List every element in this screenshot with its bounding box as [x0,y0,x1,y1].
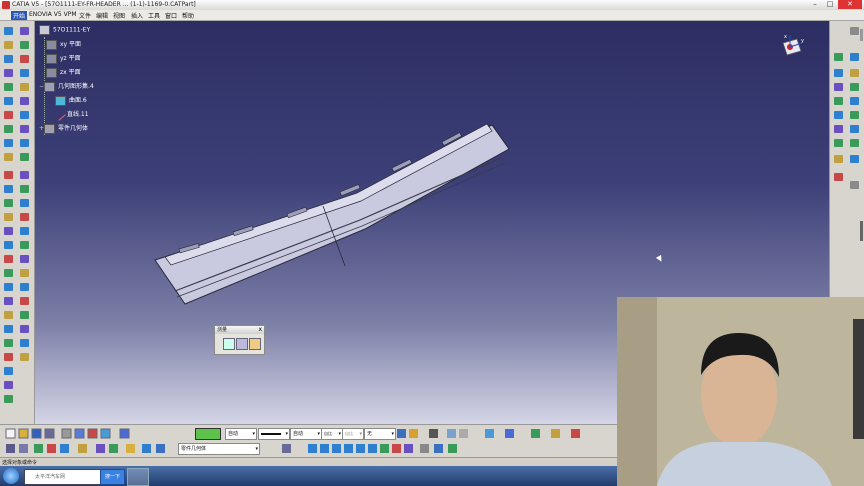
compass-y-label: y [801,38,804,44]
measure-toolbar-title: 测量 [215,326,264,334]
select-toolbar-icons[interactable] [0,441,170,457]
layer-value: 无 [367,431,373,437]
window-title: CATIA V5 - [57O1111-EY-FR-HEADER ... (1-… [12,1,196,8]
catia-taskbar-app[interactable] [127,468,149,486]
tools-toolbar-icons[interactable] [395,425,595,441]
status-text: 选择对象或命令 [2,460,38,466]
menu-enovia[interactable]: ENOVIA V5 VPM [29,11,77,18]
current-body-value: 零件几何体 [181,446,207,452]
lineweight-value: 自动 [293,431,304,437]
point-style-select[interactable]: 自比 ▾ [321,428,343,440]
layer-select[interactable]: 无 ▾ [364,428,396,440]
minimize-button[interactable]: – [808,0,822,9]
menu-view[interactable]: 视图 [113,11,125,20]
maximize-button[interactable]: □ [823,0,837,9]
linetype-select[interactable]: ▾ [258,428,290,440]
standard-toolbar-icons[interactable] [0,425,190,441]
line-sample [261,432,281,435]
menu-window[interactable]: 窗口 [165,11,177,20]
catia-app-icon [2,1,10,9]
menu-help[interactable]: 帮助 [182,11,194,20]
taskbar-search-input[interactable]: 太平洋汽车网 [24,469,112,485]
compass-x-label: x [784,34,787,40]
presenter-video [617,297,864,486]
left-toolbar-icons[interactable] [0,21,34,424]
transparency-select[interactable]: 自动 ▾ [225,428,257,440]
measure-between-icon[interactable] [223,338,235,350]
transparency-value: 自动 [228,431,239,437]
webcam-overlay [617,297,864,486]
menu-bar: 开始 ENOVIA V5 VPM 文件 编辑 视图 插入 工具 窗口 帮助 [0,10,864,21]
current-body-select[interactable]: 零件几何体 ▾ [178,443,260,455]
left-toolbar [0,21,35,424]
menu-start[interactable]: 开始 [11,11,28,20]
menu-insert[interactable]: 插入 [131,11,143,20]
measure-inertia-icon[interactable] [249,338,261,350]
taskbar-search-placeholder: 太平洋汽车网 [35,474,66,480]
measure-toolbar: 测量 x [214,325,265,355]
color-picker[interactable] [195,428,221,440]
menu-file[interactable]: 文件 [79,11,91,20]
menu-edit[interactable]: 编辑 [96,11,108,20]
start-button[interactable] [3,468,19,484]
menu-tools[interactable]: 工具 [148,11,160,20]
measure-toolbar-close[interactable]: x [258,326,262,334]
close-button[interactable]: ✕ [838,0,862,9]
lineweight-select[interactable]: 自动 ▾ [290,428,322,440]
taskbar-search-button[interactable]: 搜一下 [100,469,125,485]
compass[interactable]: x y [775,33,805,65]
thickness-select[interactable]: 自比 ▾ [342,428,364,440]
measure-item-icon[interactable] [236,338,248,350]
view-toolbar-icons[interactable] [262,441,472,457]
